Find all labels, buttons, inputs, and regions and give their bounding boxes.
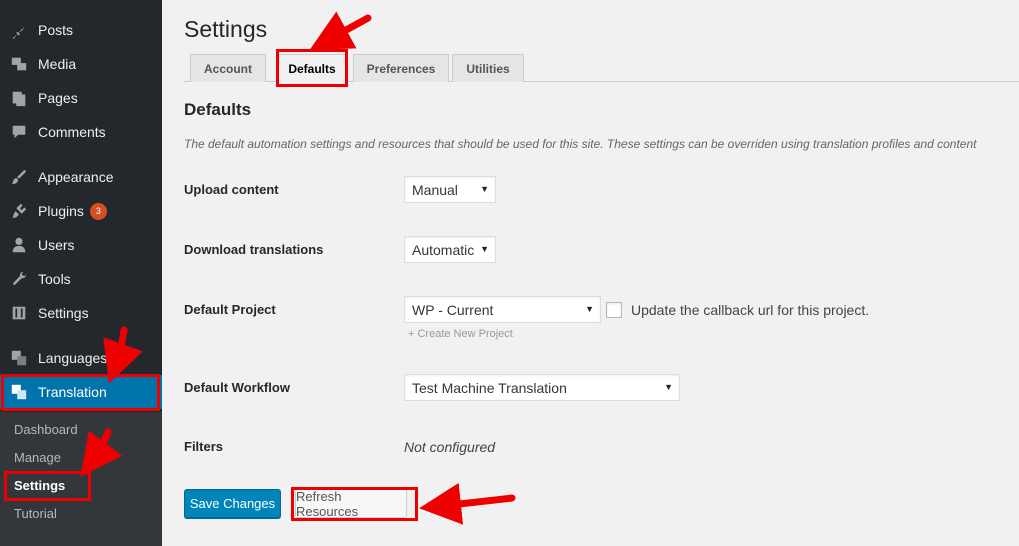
filters-value: Not configured — [404, 439, 496, 455]
menu-appearance[interactable]: Appearance — [0, 160, 162, 194]
menu-comments[interactable]: Comments — [0, 115, 162, 149]
select-value: Test Machine Translation — [412, 379, 567, 396]
pushpin-icon — [0, 21, 38, 39]
dropdown-arrow-icon: ▼ — [480, 184, 489, 194]
paintbrush-icon — [0, 168, 38, 186]
tab-utilities[interactable]: Utilities — [452, 54, 524, 82]
update-callback-checkbox[interactable] — [606, 302, 622, 318]
menu-label: Plugins — [38, 203, 84, 219]
dropdown-arrow-icon: ▼ — [664, 382, 673, 392]
menu-label: Media — [38, 56, 77, 72]
default-project-select[interactable]: WP - Current ▼ — [404, 296, 601, 323]
default-workflow-select[interactable]: Test Machine Translation ▼ — [404, 374, 680, 401]
submenu-manage[interactable]: Manage — [14, 450, 61, 465]
settings-icon — [0, 304, 38, 322]
download-translations-select[interactable]: Automatic ▼ — [404, 236, 496, 263]
menu-label: Languages — [38, 350, 108, 366]
default-workflow-label: Default Workflow — [184, 380, 290, 395]
filters-label: Filters — [184, 439, 224, 454]
select-value: Automatic — [412, 241, 475, 258]
menu-label: Comments — [38, 124, 106, 140]
menu-label: Settings — [38, 305, 89, 321]
menu-settings[interactable]: Settings — [0, 296, 162, 330]
menu-languages[interactable]: Languages — [0, 341, 162, 375]
wrench-icon — [0, 270, 38, 288]
default-project-label: Default Project — [184, 302, 276, 317]
menu-users[interactable]: Users — [0, 228, 162, 262]
section-title: Defaults — [184, 100, 252, 119]
page-title: Settings — [184, 16, 268, 42]
user-icon — [0, 236, 38, 254]
menu-media[interactable]: Media — [0, 47, 162, 81]
download-translations-label: Download translations — [184, 242, 324, 257]
update-callback-label[interactable]: Update the callback url for this project… — [631, 302, 869, 318]
annotation-box-defaults-tab — [276, 49, 348, 87]
menu-plugins[interactable]: Plugins 3 — [0, 194, 162, 228]
media-icon — [0, 55, 38, 73]
create-project-link[interactable]: + Create New Project — [408, 328, 513, 340]
select-value: WP - Current — [412, 301, 494, 318]
select-value: Manual — [412, 181, 458, 198]
annotation-box-refresh-button — [291, 487, 418, 521]
menu-label: Posts — [38, 22, 74, 38]
tab-preferences[interactable]: Preferences — [353, 54, 449, 82]
comment-icon — [0, 123, 38, 141]
menu-label: Pages — [38, 90, 78, 106]
submenu-tutorial[interactable]: Tutorial — [14, 506, 57, 521]
dropdown-arrow-icon: ▼ — [585, 304, 594, 314]
menu-pages[interactable]: Pages — [0, 81, 162, 115]
menu-posts[interactable]: Posts — [0, 13, 162, 47]
translate-icon — [0, 349, 38, 367]
annotation-box-translation-menu — [1, 374, 160, 411]
menu-tools[interactable]: Tools — [0, 262, 162, 296]
save-changes-button[interactable]: Save Changes — [184, 489, 281, 518]
admin-sidebar: Posts Media Pages Comments Appearance Pl… — [0, 0, 162, 546]
tab-account[interactable]: Account — [190, 54, 266, 82]
submenu-dashboard[interactable]: Dashboard — [14, 422, 78, 437]
upload-content-label: Upload content — [184, 182, 279, 197]
plugin-update-badge: 3 — [89, 202, 107, 220]
menu-label: Tools — [38, 271, 71, 287]
pages-icon — [0, 89, 38, 107]
menu-label: Appearance — [38, 169, 114, 185]
plugin-icon — [0, 202, 38, 220]
menu-label: Users — [38, 237, 75, 253]
upload-content-select[interactable]: Manual ▼ — [404, 176, 496, 203]
section-description: The default automation settings and reso… — [184, 137, 977, 151]
dropdown-arrow-icon: ▼ — [480, 244, 489, 254]
annotation-box-settings-submenu — [4, 471, 91, 501]
